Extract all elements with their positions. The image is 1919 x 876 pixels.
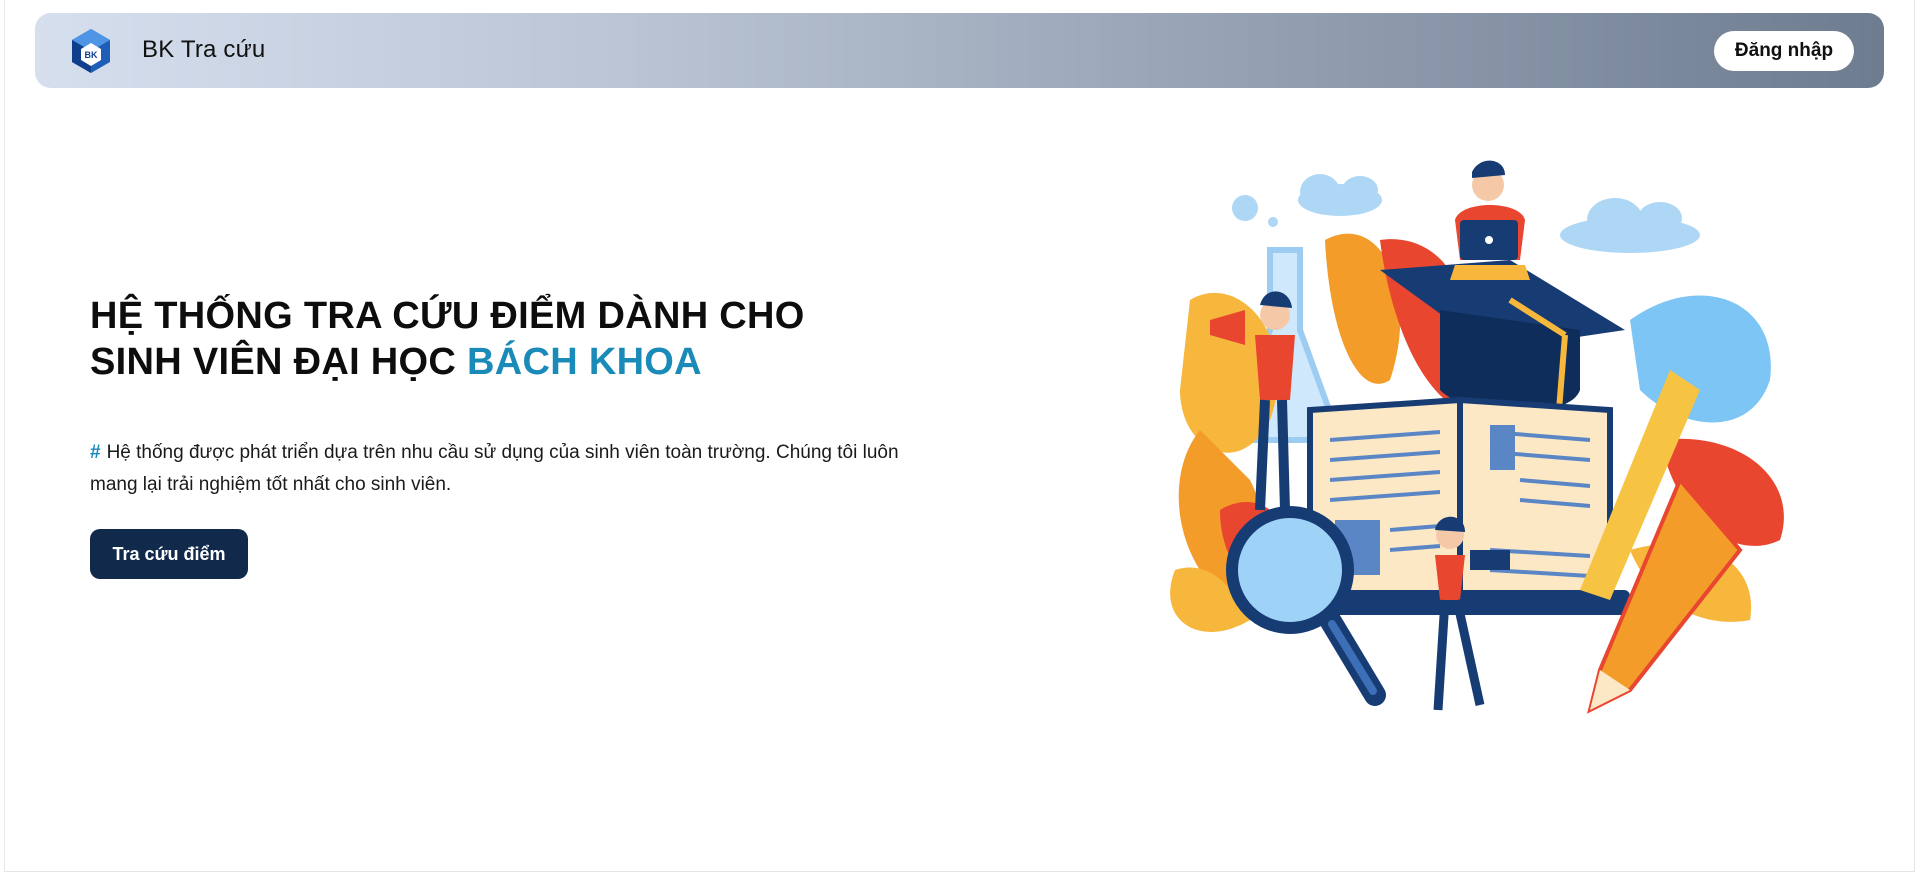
logo-text: BK xyxy=(85,50,98,60)
hash-icon: # xyxy=(90,442,101,463)
hero-title-line1: HỆ THỐNG TRA CỨU ĐIỂM DÀNH CHO xyxy=(90,295,805,337)
hero-title: HỆ THỐNG TRA CỨU ĐIỂM DÀNH CHO SINH VIÊN… xyxy=(90,293,805,385)
bk-logo-icon[interactable]: BK xyxy=(68,27,114,75)
navbar: BK BK Tra cứu Đăng nhập xyxy=(35,13,1884,88)
login-button[interactable]: Đăng nhập xyxy=(1714,31,1854,71)
education-illustration xyxy=(1170,160,1784,714)
hero-title-accent: BÁCH KHOA xyxy=(467,341,702,383)
brand-name[interactable]: BK Tra cứu xyxy=(142,36,265,64)
description-text: Hệ thống được phát triển dựa trên nhu cầ… xyxy=(90,442,899,495)
hero-title-line2: SINH VIÊN ĐẠI HỌC xyxy=(90,341,467,383)
hero-description: # Hệ thống được phát triển dựa trên nhu c… xyxy=(90,437,910,501)
lookup-grades-button[interactable]: Tra cứu điểm xyxy=(90,529,248,579)
